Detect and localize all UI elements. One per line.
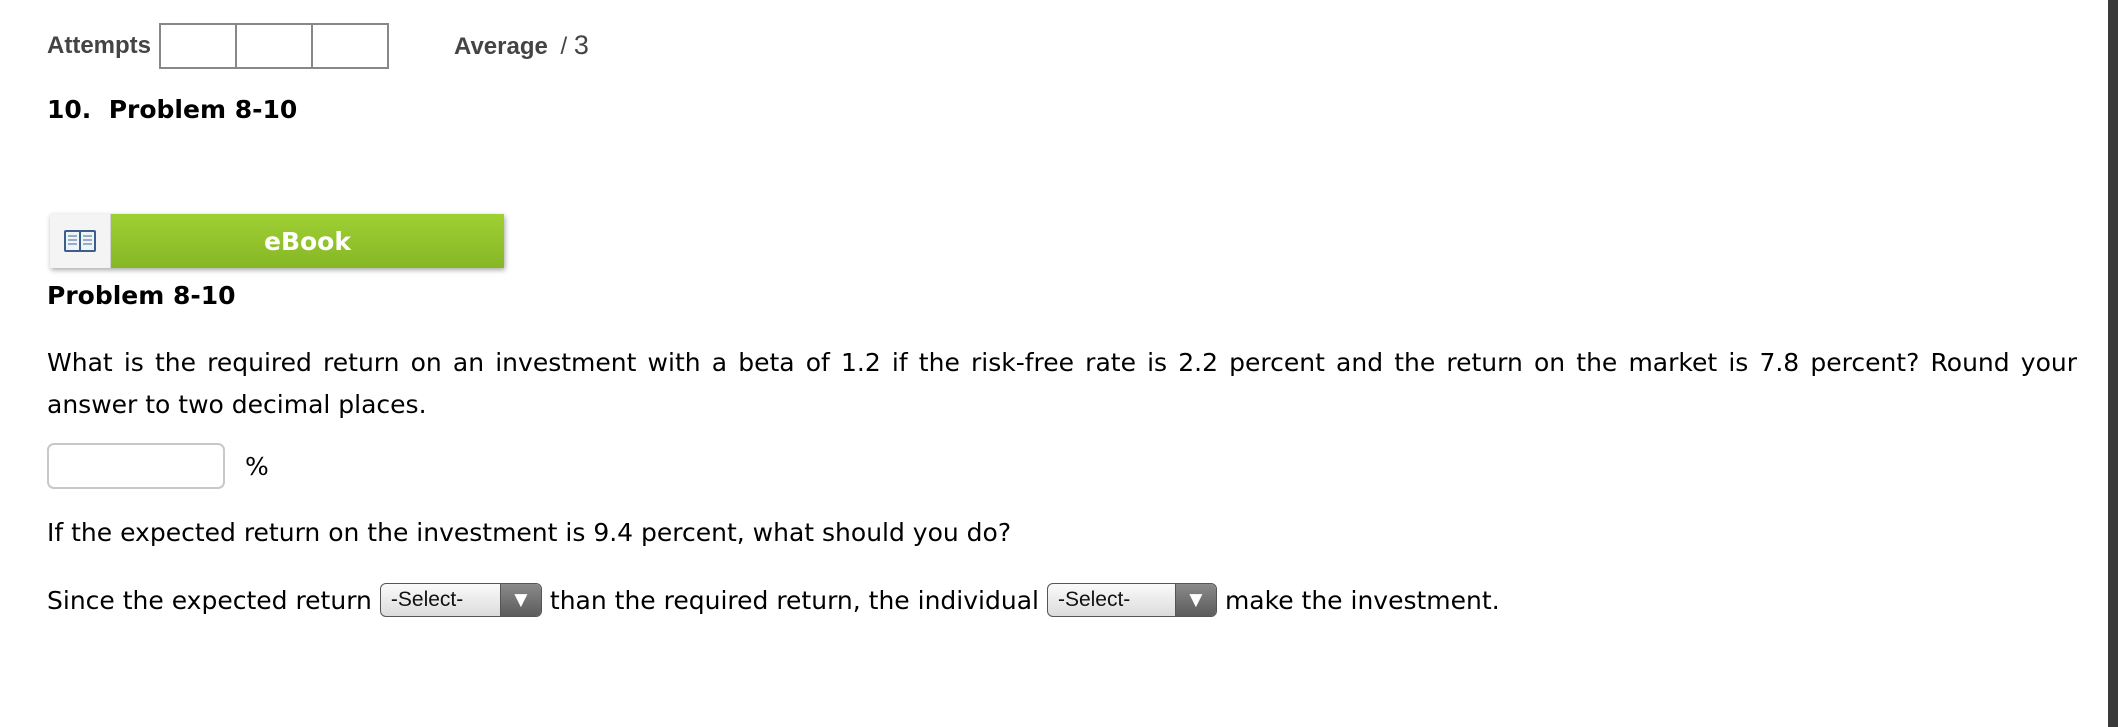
question-title: 10. Problem 8-10 — [47, 95, 298, 124]
average-label: Average — [454, 33, 548, 60]
attempt-box — [161, 25, 238, 67]
decision-select-value: -Select- — [1057, 588, 1131, 611]
triangle-down-icon: ▼ — [499, 584, 541, 616]
attempt-boxes — [159, 23, 390, 69]
decision-select[interactable]: -Select- ▼ — [1046, 583, 1217, 617]
average-total: 3 — [573, 30, 589, 60]
ebook-button[interactable]: eBook — [50, 214, 504, 268]
comparison-select[interactable]: -Select- ▼ — [379, 583, 542, 617]
question-text: What is the required return on an invest… — [47, 348, 2077, 419]
open-book-icon — [50, 214, 111, 268]
average-score: Average / 3 — [454, 30, 589, 61]
attempts-tracker: Attempts — [47, 22, 390, 70]
answer-sentence: Since the expected return -Select- ▼ tha… — [47, 580, 1500, 620]
sentence-part-1: Since the expected return — [47, 585, 372, 615]
comparison-select-value: -Select- — [390, 588, 464, 611]
attempt-box — [313, 25, 387, 67]
scrollbar-edge[interactable] — [2108, 0, 2118, 727]
ebook-label: eBook — [111, 214, 504, 268]
percent-unit: % — [245, 451, 269, 481]
sentence-part-2: than the required return, the individual — [549, 585, 1039, 615]
sentence-part-3: make the investment. — [1224, 585, 1500, 615]
average-separator: / — [560, 33, 568, 60]
required-return-input[interactable] — [47, 443, 225, 489]
attempt-box — [237, 25, 314, 67]
problem-heading: Problem 8-10 — [47, 281, 236, 310]
attempts-label: Attempts — [47, 32, 152, 59]
triangle-down-icon: ▼ — [1174, 584, 1216, 616]
followup-question: If the expected return on the investment… — [47, 518, 1012, 547]
answer-row: % — [47, 443, 269, 489]
